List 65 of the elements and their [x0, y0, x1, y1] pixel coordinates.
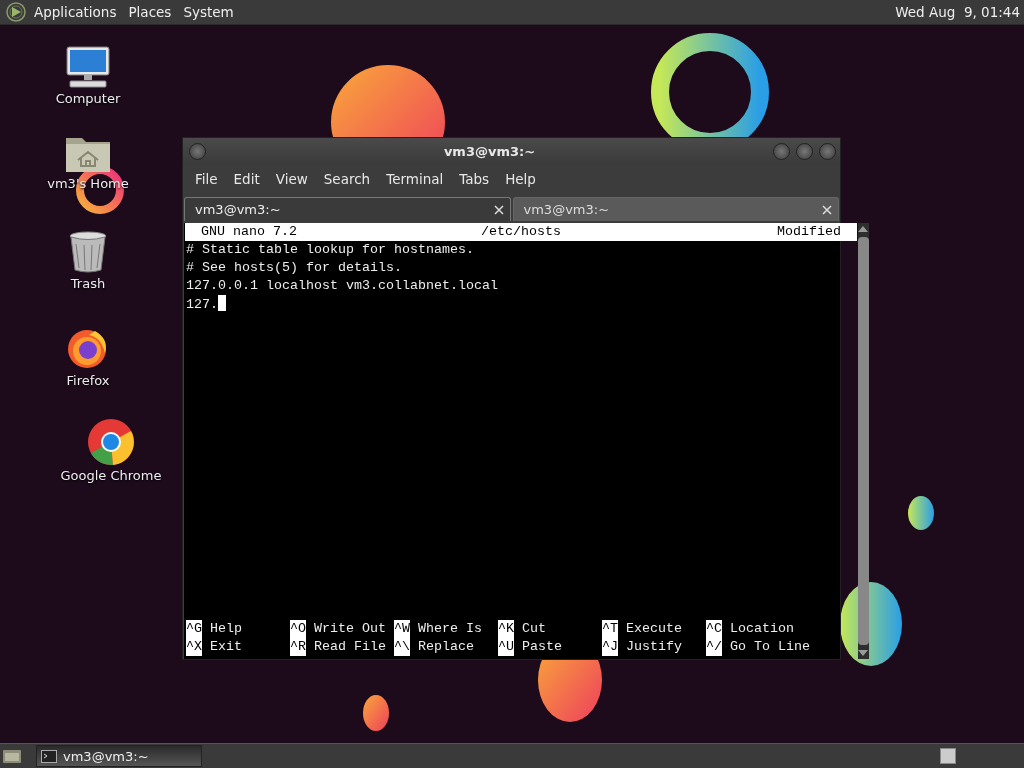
- terminal-tab[interactable]: vm3@vm3:~: [184, 197, 511, 221]
- menu-logo-icon[interactable]: [6, 2, 26, 22]
- terminal-tab[interactable]: vm3@vm3:~: [512, 197, 839, 221]
- shortcut-label: Go To Line: [730, 638, 810, 656]
- shortcut-label: Where Is: [418, 620, 482, 638]
- window-menu-button[interactable]: [189, 143, 206, 160]
- shortcut-key: ^X: [186, 638, 202, 656]
- shortcut-key: ^O: [290, 620, 306, 638]
- shortcut-label: Justify: [626, 638, 682, 656]
- text-line: 127.0.0.1 localhost vm3.collabnet.local: [186, 278, 498, 293]
- shortcut-label: Replace: [418, 638, 474, 656]
- panel-menu[interactable]: Applications: [28, 4, 123, 20]
- modified-status: Modified: [775, 223, 842, 241]
- shortcut-label: Location: [730, 620, 794, 638]
- close-icon[interactable]: [822, 204, 832, 215]
- text-cursor: [218, 295, 226, 311]
- shortcut-key: ^K: [498, 620, 514, 638]
- text-line: # See hosts(5) for details.: [186, 260, 402, 275]
- trash-icon[interactable]: [68, 230, 108, 274]
- terminal-icon: [41, 749, 57, 763]
- shortcut-label: Write Out: [314, 620, 386, 638]
- desktop-icon-label[interactable]: Computer: [55, 91, 121, 106]
- menu-item[interactable]: View: [267, 171, 316, 187]
- menu-item[interactable]: Help: [497, 171, 544, 187]
- menu-item[interactable]: Tabs: [451, 171, 498, 187]
- desktop-icon-label[interactable]: Firefox: [66, 373, 110, 388]
- text-line: # Static table lookup for hostnames.: [186, 242, 474, 257]
- file-name: /etc/hosts: [481, 223, 561, 241]
- text-line: 127.: [186, 297, 218, 312]
- shortcut-key: ^\: [394, 638, 410, 656]
- shortcut-key: ^/: [706, 638, 722, 656]
- shortcut-label: Read File: [314, 638, 386, 656]
- workspace-switcher[interactable]: [940, 748, 956, 764]
- browser-icon[interactable]: [87, 418, 135, 466]
- scrollbar[interactable]: [857, 223, 869, 659]
- minimize-button[interactable]: [773, 143, 790, 160]
- computer-icon[interactable]: [64, 45, 112, 89]
- shortcut-label: Paste: [522, 638, 562, 656]
- shortcut-key: ^W: [394, 620, 410, 638]
- editor-version: GNU nano 7.2: [200, 223, 298, 241]
- shortcut-label: Exit: [210, 638, 242, 656]
- shortcut-key: ^G: [186, 620, 202, 638]
- desktop-icon-label[interactable]: Trash: [70, 276, 106, 291]
- window-title: vm3@vm3:~: [442, 144, 537, 159]
- shortcut-key: ^U: [498, 638, 514, 656]
- shortcut-key: ^R: [290, 638, 306, 656]
- shortcut-key: ^T: [602, 620, 618, 638]
- close-icon[interactable]: [493, 204, 504, 215]
- shortcut-label: Execute: [626, 620, 682, 638]
- panel-menu[interactable]: Places: [122, 4, 178, 20]
- panel-menu[interactable]: System: [177, 4, 240, 20]
- menu-item[interactable]: Terminal: [378, 171, 452, 187]
- show-desktop-icon[interactable]: [2, 747, 22, 765]
- close-button[interactable]: [819, 143, 836, 160]
- maximize-button[interactable]: [796, 143, 813, 160]
- clock[interactable]: Wed Aug 9, 01:44: [895, 4, 1024, 20]
- menu-item[interactable]: Search: [315, 171, 379, 187]
- menu-item[interactable]: File: [187, 171, 226, 187]
- shortcut-key: ^C: [706, 620, 722, 638]
- taskbar-button[interactable]: vm3@vm3:~: [36, 745, 202, 767]
- menu-item[interactable]: Edit: [225, 171, 268, 187]
- shortcut-label: Cut: [522, 620, 546, 638]
- shortcut-label: Help: [210, 620, 242, 638]
- desktop-icon-label[interactable]: Google Chrome: [60, 468, 162, 483]
- shortcut-key: ^J: [602, 638, 618, 656]
